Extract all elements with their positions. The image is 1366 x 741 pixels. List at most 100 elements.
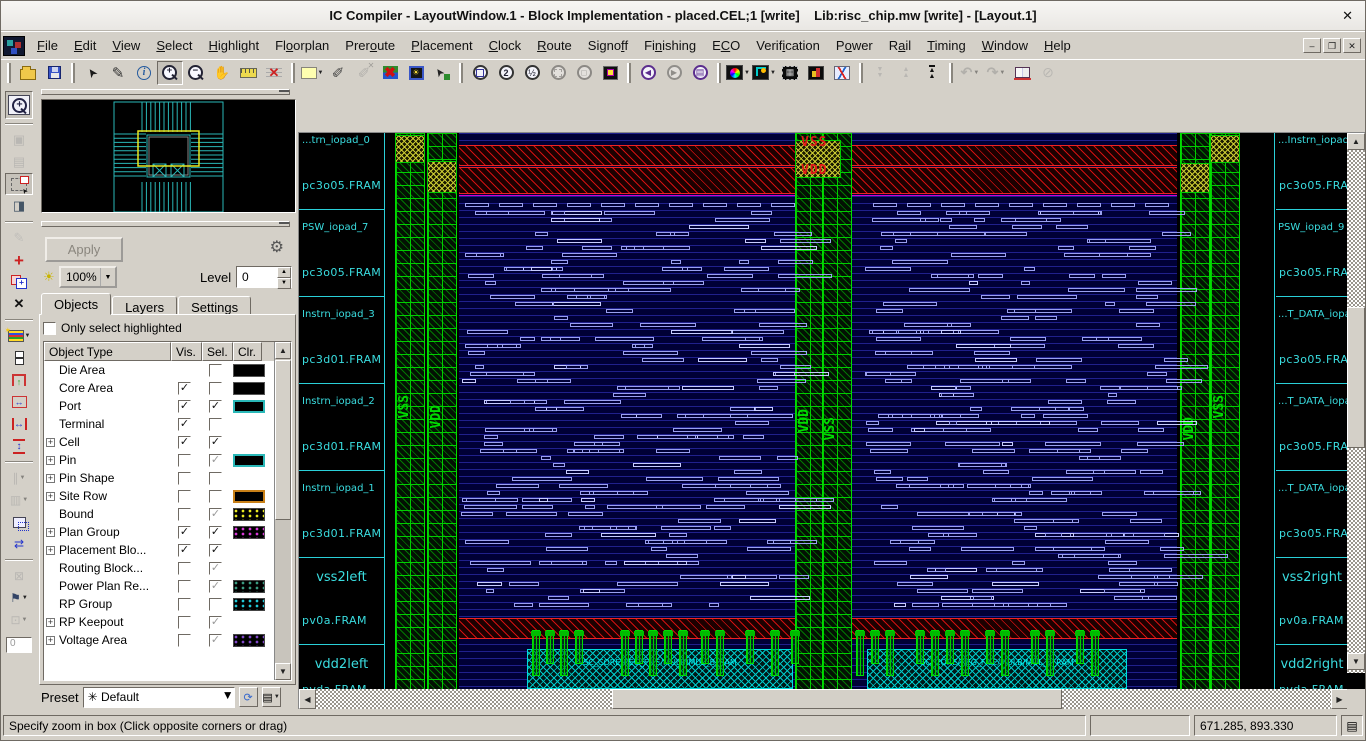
chevron-down-icon[interactable]: ▼: [20, 475, 26, 481]
select-highlighted-button[interactable]: [429, 61, 455, 85]
menu-file[interactable]: File: [29, 34, 66, 57]
chevron-down-icon[interactable]: ▼: [22, 497, 28, 503]
color-swatch[interactable]: [233, 490, 265, 503]
menu-timing[interactable]: Timing: [919, 34, 974, 57]
distribute-tool-button[interactable]: ▼: [5, 489, 33, 511]
sel-checkbox[interactable]: [209, 418, 222, 431]
undo-button[interactable]: ▼: [957, 61, 983, 85]
table-row[interactable]: +Cell✓✓: [44, 433, 291, 451]
sel-checkbox[interactable]: ✓: [209, 454, 222, 467]
chevron-down-icon[interactable]: ▼: [318, 70, 324, 76]
table-row[interactable]: Power Plan Re...✓: [44, 577, 291, 595]
only-select-highlighted-checkbox[interactable]: [43, 322, 56, 335]
blockage-tool-2-button[interactable]: [5, 151, 33, 173]
canvas-vertical-scrollbar[interactable]: ▲ ▼: [1347, 133, 1365, 690]
restore-button[interactable]: ❐: [1323, 38, 1341, 53]
select-window-tool-button[interactable]: [5, 173, 33, 195]
menu-view[interactable]: View: [104, 34, 148, 57]
menu-verification[interactable]: Verification: [748, 34, 828, 57]
highlight-draw-button[interactable]: [325, 61, 351, 85]
table-row[interactable]: Die Area: [44, 361, 291, 379]
zoom-full-button[interactable]: [597, 61, 623, 85]
ruler-tool-button[interactable]: [235, 61, 261, 85]
selection-query-button[interactable]: [5, 195, 33, 217]
sel-checkbox[interactable]: [209, 490, 222, 503]
table-row[interactable]: Bound✓: [44, 505, 291, 523]
color-swatch[interactable]: [233, 598, 265, 611]
group-tool-button[interactable]: [5, 565, 33, 587]
color-swatch[interactable]: [233, 454, 265, 467]
toolbar-handle[interactable]: [859, 63, 863, 83]
scroll-up-icon[interactable]: ▲: [1347, 133, 1365, 150]
col-object-type[interactable]: Object Type: [44, 342, 171, 361]
zoom-out-2x-button[interactable]: [519, 61, 545, 85]
plus-icon[interactable]: +: [46, 492, 55, 501]
vscroll-thumb[interactable]: [1347, 307, 1365, 448]
spin-up-icon[interactable]: ▲: [277, 267, 291, 278]
plus-icon[interactable]: +: [46, 636, 55, 645]
zoom-selected-button[interactable]: [545, 61, 571, 85]
vis-checkbox[interactable]: [178, 616, 191, 629]
canvas-horizontal-scrollbar[interactable]: ◀ ▶: [299, 689, 1348, 709]
vis-checkbox[interactable]: [178, 580, 191, 593]
plus-icon[interactable]: +: [46, 474, 55, 483]
table-row[interactable]: +Plan Group✓✓: [44, 523, 291, 541]
density-map-button[interactable]: [803, 61, 829, 85]
scroll-up-icon[interactable]: ▲: [275, 342, 291, 359]
scroll-down-icon[interactable]: ▼: [275, 663, 291, 680]
color-swatch[interactable]: [233, 364, 265, 377]
expand-icon[interactable]: +: [44, 618, 57, 627]
chevron-down-icon[interactable]: ▼: [973, 70, 979, 76]
remove-flightlines-button[interactable]: [261, 61, 287, 85]
level-spinner[interactable]: 0 ▲▼: [236, 266, 292, 288]
vis-checkbox[interactable]: [178, 454, 191, 467]
wizard-tool-button[interactable]: ▼: [5, 587, 33, 609]
table-row[interactable]: +Pin✓: [44, 451, 291, 469]
col-clr[interactable]: Clr.: [233, 342, 262, 361]
vis-checkbox[interactable]: [178, 508, 191, 521]
table-row[interactable]: Routing Block...✓: [44, 559, 291, 577]
vis-checkbox[interactable]: ✓: [178, 418, 191, 431]
select-tool-button[interactable]: [79, 61, 105, 85]
open-button[interactable]: [15, 61, 41, 85]
dim-objects-button[interactable]: [403, 61, 429, 85]
gear-icon[interactable]: ⚙: [270, 237, 284, 257]
vis-checkbox[interactable]: ✓: [178, 544, 191, 557]
color-swatch[interactable]: [233, 580, 265, 593]
col-vis[interactable]: Vis.: [171, 342, 202, 361]
object-table-scrollbar[interactable]: ▲ ▼: [274, 342, 291, 680]
menu-select[interactable]: Select: [148, 34, 200, 57]
sel-checkbox[interactable]: [209, 382, 222, 395]
congestion-map-button[interactable]: [829, 61, 855, 85]
minimap-grip[interactable]: [41, 89, 290, 95]
plus-icon[interactable]: +: [46, 546, 55, 555]
table-row[interactable]: +Site Row: [44, 487, 291, 505]
close-icon[interactable]: ✕: [1342, 8, 1353, 24]
vis-checkbox[interactable]: ✓: [178, 400, 191, 413]
view-options-button[interactable]: [687, 61, 713, 85]
color-swatch[interactable]: [233, 382, 265, 395]
brightness-icon[interactable]: ☀: [43, 269, 55, 285]
sel-checkbox[interactable]: ✓: [209, 526, 222, 539]
sel-checkbox[interactable]: ✓: [209, 616, 222, 629]
clear-highlight-button[interactable]: [377, 61, 403, 85]
tab-objects[interactable]: Objects: [41, 293, 111, 315]
reload-preset-button[interactable]: ⟳: [239, 687, 258, 707]
chevron-down-icon[interactable]: ▼: [22, 617, 28, 623]
table-row[interactable]: +Pin Shape: [44, 469, 291, 487]
chevron-down-icon[interactable]: ▼: [999, 70, 1005, 76]
status-log-icon[interactable]: ▤: [1341, 715, 1363, 736]
expand-icon[interactable]: +: [44, 438, 57, 447]
toolbar-handle[interactable]: [291, 63, 295, 83]
minimap[interactable]: [41, 99, 296, 213]
minimize-button[interactable]: –: [1303, 38, 1321, 53]
preset-select[interactable]: ✳ Default ▼: [83, 687, 235, 708]
preset-menu-button[interactable]: ▤▼: [262, 687, 281, 707]
toolbar-handle[interactable]: [949, 63, 953, 83]
sel-checkbox[interactable]: [209, 364, 222, 377]
zoom-fit-button[interactable]: [467, 61, 493, 85]
spin-down-icon[interactable]: ▼: [277, 278, 291, 289]
side-value-field[interactable]: 0: [6, 637, 32, 653]
copy-tool-button[interactable]: [5, 271, 33, 293]
chevron-down-icon[interactable]: ▼: [100, 268, 115, 286]
